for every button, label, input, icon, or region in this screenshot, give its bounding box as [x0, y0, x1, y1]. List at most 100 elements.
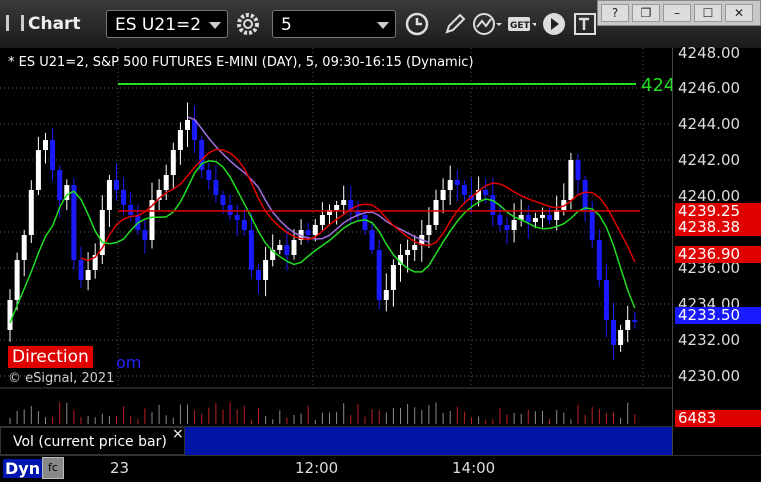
- restore-icon[interactable]: ❐: [632, 4, 660, 22]
- price-tick: 4248.00: [678, 44, 741, 62]
- candle-body: [547, 215, 553, 220]
- candle-body: [454, 180, 460, 185]
- price-tag-current: 4233.50: [675, 307, 761, 324]
- candle-body: [412, 245, 418, 250]
- candle-body: [596, 240, 602, 280]
- candle-body: [185, 120, 190, 130]
- candle-body: [369, 230, 375, 250]
- price-tag-red: 4236.90: [675, 246, 761, 263]
- volume-tag: 6483: [675, 410, 761, 427]
- close-icon[interactable]: ✕: [725, 4, 753, 22]
- candle-body: [376, 250, 382, 300]
- study-button[interactable]: [472, 10, 502, 38]
- price-tag-red: 4238.38: [675, 219, 761, 236]
- candle-body: [312, 225, 318, 235]
- copyright-text: © eSignal, 2021: [8, 371, 115, 386]
- candle-body: [227, 205, 233, 215]
- candle-body: [241, 220, 247, 230]
- candle-body: [504, 225, 510, 230]
- candle-body: [426, 225, 432, 235]
- text-tool-icon: [574, 13, 596, 35]
- candle-body: [248, 230, 254, 270]
- candle-body: [7, 300, 13, 330]
- interval-value: 5: [281, 15, 292, 35]
- candle-body: [632, 320, 638, 322]
- pencil-icon: [445, 13, 466, 34]
- link-fragment[interactable]: om: [116, 353, 141, 372]
- help-button[interactable]: ?: [601, 4, 629, 22]
- candle-body: [277, 245, 283, 250]
- candle-body: [433, 200, 439, 225]
- candle-body: [206, 170, 212, 180]
- candle-body: [170, 150, 176, 175]
- candle-body: [50, 140, 56, 170]
- candle-body: [291, 240, 297, 255]
- maximize-icon[interactable]: ☐: [694, 4, 722, 22]
- candle-body: [78, 260, 84, 280]
- dynamic-mode[interactable]: Dyn: [3, 459, 43, 478]
- price-tick: 4246.00: [678, 79, 741, 97]
- candle-body: [263, 260, 269, 280]
- draw-button[interactable]: [440, 10, 470, 38]
- volume-panel-bar: [185, 427, 672, 455]
- volume-study-label[interactable]: Vol (current price bar) ×: [0, 426, 185, 455]
- candle-body: [220, 195, 226, 205]
- candle-body: [106, 180, 112, 210]
- direction-label[interactable]: Direction: [8, 346, 93, 368]
- candle-body: [334, 205, 340, 210]
- candle-body: [305, 230, 311, 235]
- time-label: 23: [110, 459, 130, 477]
- gear-icon: [237, 13, 259, 35]
- clock-icon: [405, 12, 429, 36]
- candle-body: [461, 185, 467, 195]
- lock-icon[interactable]: fc: [42, 457, 64, 479]
- toolbar: Chart ES U21=2 5 GET ? ❐ – ☐ ✕: [0, 0, 761, 49]
- candle-body: [28, 190, 34, 235]
- candle-body: [611, 320, 616, 345]
- candle-body: [256, 270, 261, 280]
- candle-body: [618, 330, 624, 345]
- play-icon: [543, 13, 565, 35]
- candle-body: [14, 260, 20, 300]
- candle-body: [540, 215, 545, 218]
- price-tick: 4242.00: [678, 151, 741, 169]
- candle-body: [85, 270, 91, 280]
- candle-body: [511, 220, 517, 230]
- window-controls: ? ❐ – ☐ ✕: [597, 0, 761, 26]
- candle-body: [71, 185, 77, 260]
- chart-legend: * ES U21=2, S&P 500 FUTURES E-MINI (DAY)…: [8, 55, 474, 70]
- minimize-icon[interactable]: –: [663, 4, 691, 22]
- price-chart[interactable]: 424: [0, 48, 761, 481]
- price-tick: 4232.00: [678, 331, 741, 349]
- close-study-icon[interactable]: ×: [172, 420, 184, 448]
- candle-body: [625, 320, 631, 330]
- candle-body: [483, 190, 489, 195]
- get-icon: GET: [508, 17, 536, 31]
- candle-body: [383, 290, 389, 300]
- text-tool-button[interactable]: [570, 10, 600, 38]
- candle-body: [582, 180, 588, 210]
- time-button[interactable]: [402, 10, 432, 38]
- app-logo: Chart: [6, 14, 81, 34]
- candle-body: [213, 180, 219, 195]
- candle-body: [35, 150, 41, 190]
- candle-body: [390, 265, 396, 290]
- interval-field[interactable]: 5: [272, 10, 396, 38]
- play-button[interactable]: [539, 10, 569, 38]
- candle-body: [603, 280, 609, 320]
- candle-body: [121, 190, 127, 205]
- candle-body: [128, 205, 134, 215]
- symbol-field[interactable]: ES U21=2: [106, 10, 228, 38]
- candle-body: [57, 170, 63, 200]
- chevron-down-icon[interactable]: [209, 22, 221, 29]
- chevron-down-icon[interactable]: [377, 22, 389, 29]
- candle-body: [532, 218, 538, 222]
- candle-body: [163, 175, 169, 190]
- candle-body: [490, 195, 496, 215]
- candle-body: [234, 215, 240, 220]
- app-title: Chart: [28, 14, 81, 34]
- settings-button[interactable]: [233, 10, 263, 38]
- time-label: 12:00: [295, 459, 339, 477]
- candle-body: [575, 160, 581, 180]
- get-button[interactable]: GET: [506, 10, 536, 38]
